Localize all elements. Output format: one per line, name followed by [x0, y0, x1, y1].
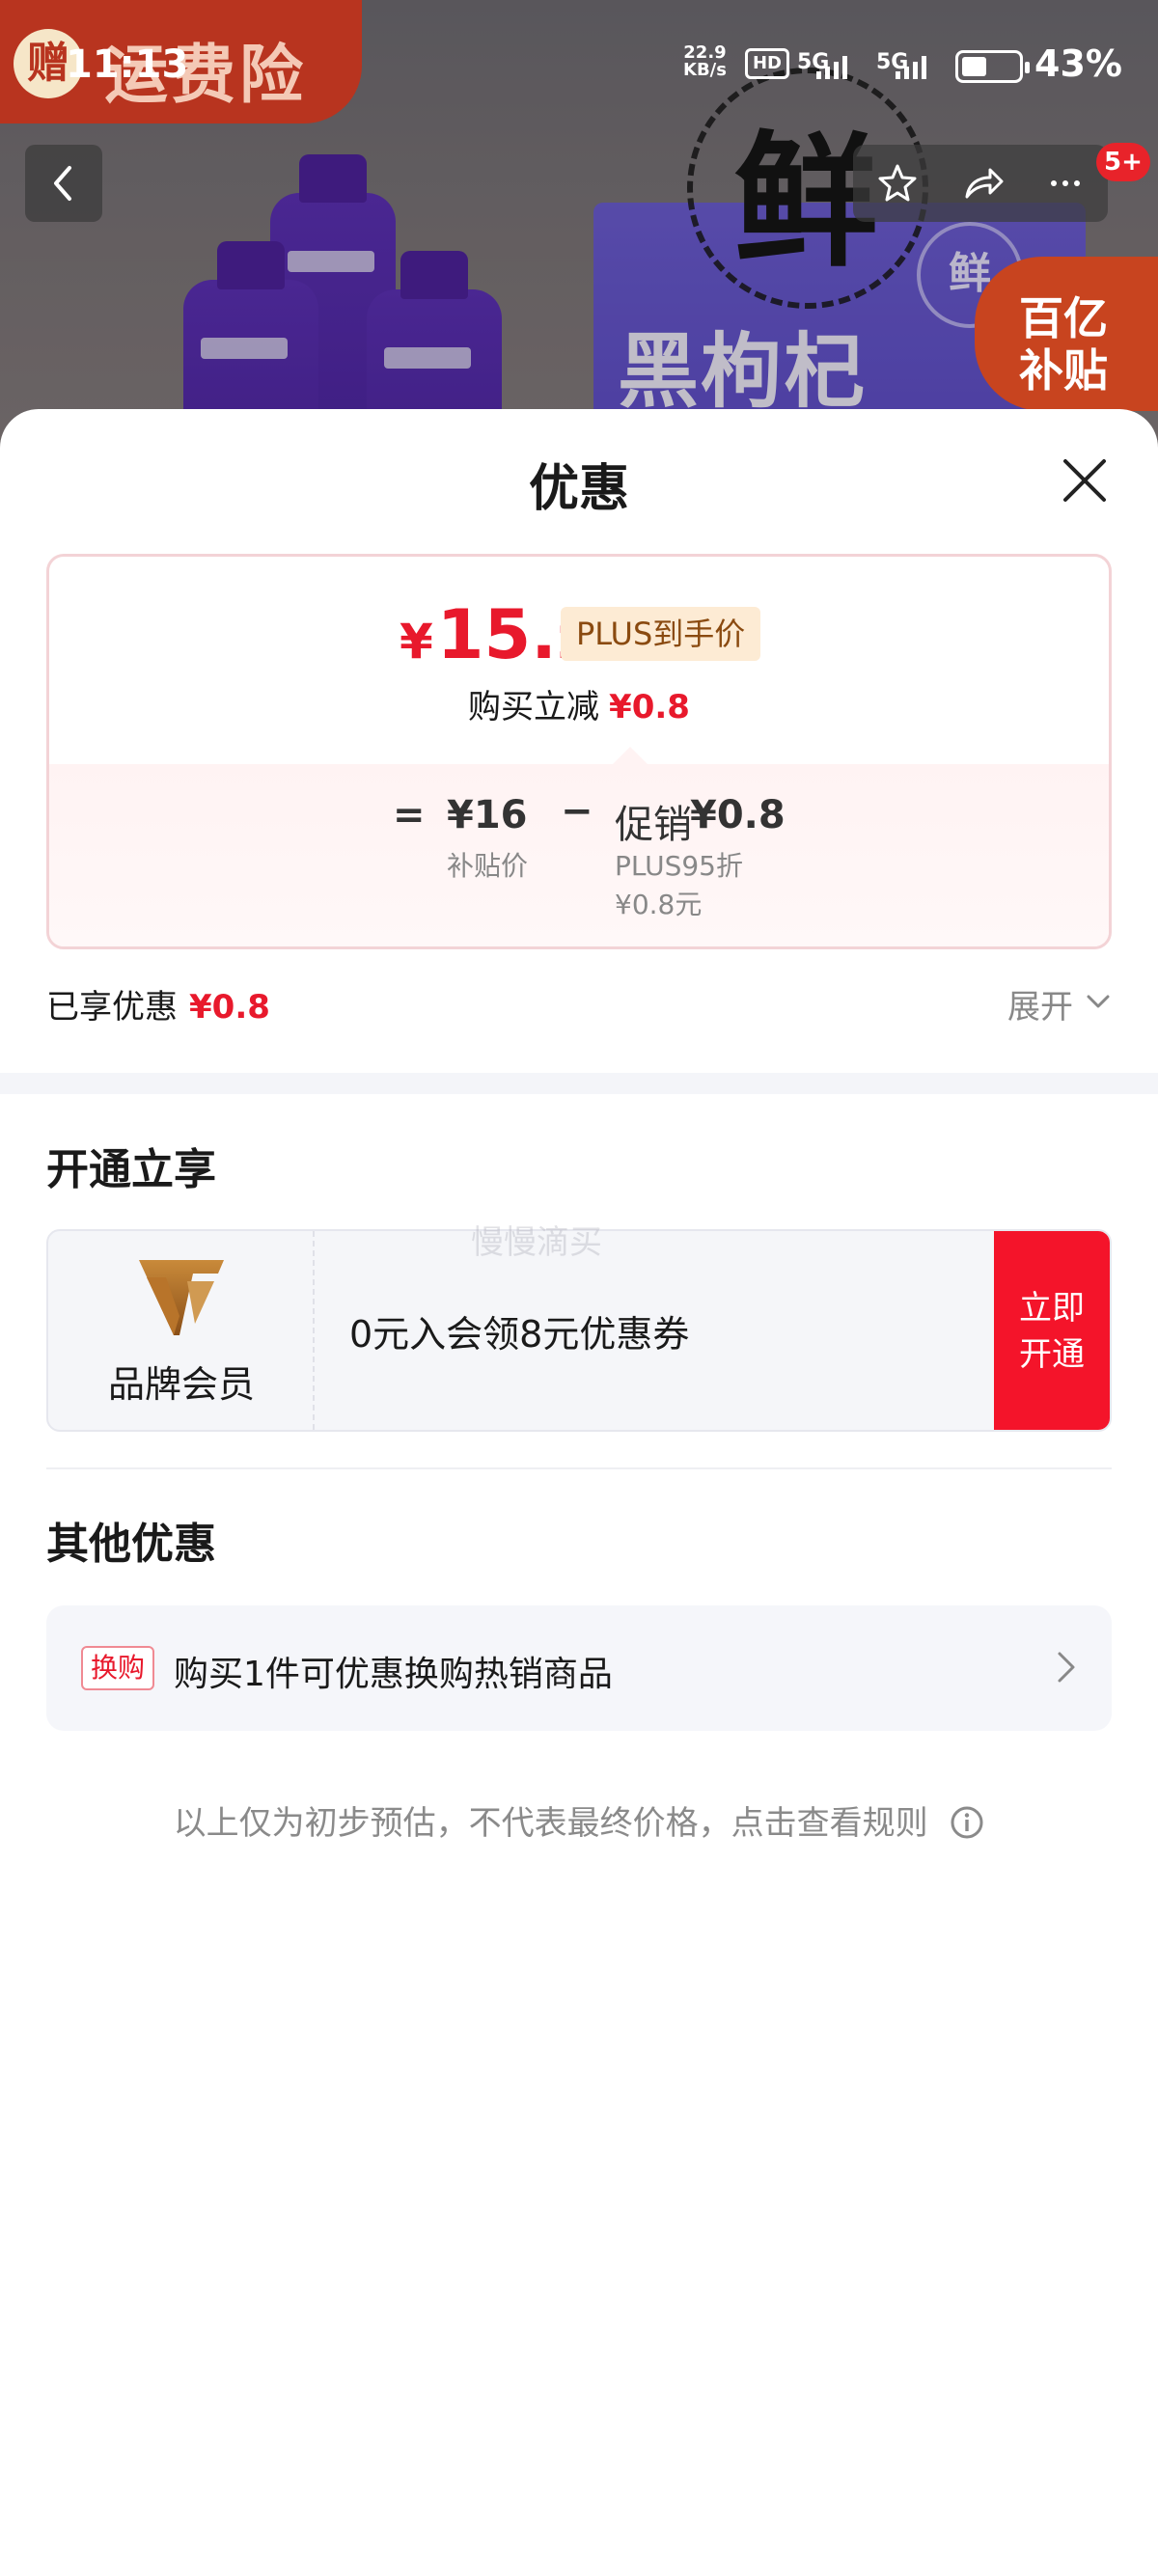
open-membership-button[interactable]: 立即 开通	[994, 1231, 1110, 1430]
price-integer: 15.	[436, 595, 557, 674]
battery-icon	[955, 50, 1030, 83]
sheet-title: 优惠	[528, 460, 629, 518]
watermark-text: 慢慢滴买	[471, 1223, 602, 1262]
expand-label: 展开	[1007, 988, 1073, 1027]
final-price-area: ¥ 15. 2 PLUS到手价 购买立减¥0.8	[49, 557, 1109, 764]
subsidy-badge: 百亿 补贴	[975, 257, 1158, 411]
divider-line	[46, 1467, 1112, 1469]
status-bar: 11:13 22.9 KB/s HD 5G 5G 43%	[0, 0, 1158, 135]
section-divider	[0, 1073, 1158, 1094]
chevron-down-icon	[1087, 995, 1110, 1008]
enjoyed-discount-label: 已享优惠	[46, 988, 178, 1027]
enjoyed-discount: 已享优惠 ¥0.8	[46, 980, 270, 1028]
more-icon[interactable]	[1042, 160, 1089, 206]
network-speed-unit: KB/s	[683, 60, 727, 80]
cart-count-badge: 5+	[1096, 143, 1150, 181]
share-icon[interactable]	[959, 160, 1006, 206]
member-section-title: 开通立享	[46, 1145, 216, 1194]
other-section-title: 其他优惠	[46, 1520, 216, 1569]
enjoyed-discount-value: ¥0.8	[189, 988, 270, 1027]
header-actions	[853, 145, 1108, 222]
subsidy-price-label: 补贴价	[447, 850, 529, 882]
close-icon[interactable]	[1056, 452, 1114, 509]
promo-detail-rate: PLUS95折	[615, 850, 743, 882]
promo-label: 促销	[615, 803, 692, 847]
equals-sign: =	[393, 793, 426, 837]
star-icon[interactable]	[874, 160, 921, 206]
brand-logo-icon	[139, 1260, 224, 1335]
member-offer-text: 0元入会领8元优惠券	[349, 1313, 690, 1356]
brand-member-label: 品牌会员	[107, 1363, 255, 1406]
price-disclaimer[interactable]: 以上仅为初步预估，不代表最终价格，点击查看规则	[0, 1796, 1158, 1844]
trade-in-text: 购买1件可优惠换购热销商品	[174, 1655, 613, 1694]
price-formula: = ¥16 补贴价 − 促销 ¥0.8 PLUS95折 ¥0.8元	[49, 764, 1109, 946]
instant-discount: 购买立减 ¥0.8	[49, 680, 1109, 727]
battery-percent: 43%	[1034, 42, 1122, 85]
currency-symbol: ¥	[400, 614, 433, 670]
signal-icon	[896, 54, 926, 79]
instant-discount-label: 购买立减	[468, 688, 600, 726]
subsidy-price: ¥16	[447, 793, 528, 837]
chevron-right-icon	[1058, 1652, 1075, 1683]
trade-in-tag: 换购	[81, 1646, 155, 1690]
price-breakdown-card: ¥ 15. 2 PLUS到手价 购买立减¥0.8 = ¥16 补贴价 − 促销 …	[46, 554, 1112, 949]
promo-value: ¥0.8	[690, 793, 786, 837]
subsidy-badge-line2: 补贴	[1019, 344, 1108, 397]
promo-detail-amount: ¥0.8元	[615, 889, 703, 920]
plus-price-tag: PLUS到手价	[561, 607, 761, 661]
back-button[interactable]	[25, 145, 102, 222]
hd-icon: HD	[745, 48, 789, 79]
status-time: 11:13	[66, 42, 189, 87]
discount-sheet: 优惠 ¥ 15. 2 PLUS到手价 购买立减¥0.8 = ¥16 补贴价 − …	[0, 409, 1158, 2576]
instant-discount-value: ¥0.8	[609, 688, 690, 726]
brand-member-badge: 品牌会员	[48, 1231, 315, 1430]
network-speed: 22.9 KB/s	[683, 44, 727, 79]
signal-icon	[816, 54, 847, 79]
info-icon[interactable]	[950, 1805, 984, 1840]
expand-button[interactable]: 展开	[1007, 980, 1110, 1028]
price-card-notch	[613, 747, 648, 764]
minus-sign: −	[561, 789, 593, 834]
disclaimer-text: 以上仅为初步预估，不代表最终价格，点击查看规则	[173, 1804, 928, 1843]
trade-in-offer-row[interactable]: 换购 购买1件可优惠换购热销商品	[46, 1605, 1112, 1731]
chevron-left-icon	[54, 166, 71, 201]
